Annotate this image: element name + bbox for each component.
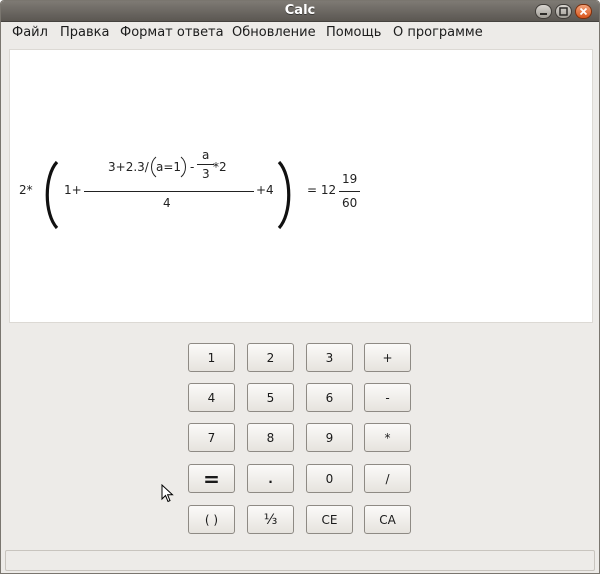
- key-minus[interactable]: -: [364, 383, 411, 412]
- close-icon: [579, 7, 588, 16]
- minimize-button[interactable]: [535, 4, 552, 19]
- expression-display: 2* 1+ 3+2.3/ a=1 - a 3 *2 4 +4 = 12 19 6…: [9, 49, 593, 323]
- maximize-button[interactable]: [555, 4, 572, 19]
- menu-help[interactable]: Помощь: [326, 25, 381, 40]
- expr-prefix: 2*: [19, 183, 33, 197]
- expr-sub-numerator: a: [202, 148, 210, 162]
- result-fraction-line: [339, 191, 360, 192]
- key-decimal[interactable]: .: [247, 464, 294, 493]
- mouse-pointer-icon: [161, 484, 174, 503]
- status-bar: [5, 550, 595, 571]
- big-left-paren: [45, 160, 59, 230]
- result-denominator: 60: [342, 196, 358, 210]
- sub-fraction-line: [197, 164, 214, 165]
- key-one-third[interactable]: ⅓: [247, 505, 294, 534]
- menu-about[interactable]: О программе: [393, 25, 483, 40]
- expr-sub-denominator: 3: [202, 167, 210, 181]
- key-clear-all[interactable]: CA: [364, 505, 411, 534]
- key-parentheses[interactable]: ( ): [188, 505, 235, 534]
- key-divide[interactable]: /: [364, 464, 411, 493]
- expr-inner-prefix: 1+: [64, 183, 82, 197]
- key-multiply[interactable]: *: [364, 423, 411, 452]
- key-equals[interactable]: =: [188, 464, 235, 493]
- expr-numerator-right: *2: [213, 160, 227, 174]
- expr-inner-suffix: +4: [256, 183, 274, 197]
- expr-minus: -: [190, 160, 195, 174]
- menu-answer-format[interactable]: Формат ответа: [120, 25, 224, 40]
- big-right-paren: [277, 160, 291, 230]
- window-title: Calc: [284, 3, 316, 18]
- close-button[interactable]: [575, 4, 592, 19]
- expr-denominator: 4: [163, 196, 171, 210]
- key-1[interactable]: 1: [188, 343, 235, 372]
- minimize-icon: [539, 7, 548, 16]
- key-5[interactable]: 5: [247, 383, 294, 412]
- key-4[interactable]: 4: [188, 383, 235, 412]
- expr-equals: = 12: [307, 183, 337, 197]
- menu-update[interactable]: Обновление: [232, 25, 316, 40]
- key-8[interactable]: 8: [247, 423, 294, 452]
- main-fraction-line: [84, 191, 254, 192]
- key-9[interactable]: 9: [306, 423, 353, 452]
- expr-paren-content: a=1: [156, 160, 182, 174]
- calc-window: Calc Файл Правка Формат ответа Обновлени…: [0, 0, 600, 574]
- maximize-icon: [559, 7, 568, 16]
- key-3[interactable]: 3: [306, 343, 353, 372]
- menu-bar: Файл Правка Формат ответа Обновление Пом…: [1, 22, 599, 44]
- key-6[interactable]: 6: [306, 383, 353, 412]
- menu-file[interactable]: Файл: [12, 25, 48, 40]
- key-0[interactable]: 0: [306, 464, 353, 493]
- key-7[interactable]: 7: [188, 423, 235, 452]
- title-bar[interactable]: Calc: [1, 1, 599, 22]
- expr-numerator-left: 3+2.3/: [108, 160, 149, 174]
- key-2[interactable]: 2: [247, 343, 294, 372]
- menu-edit[interactable]: Правка: [60, 25, 109, 40]
- key-clear-entry[interactable]: CE: [306, 505, 353, 534]
- key-plus[interactable]: +: [364, 343, 411, 372]
- result-numerator: 19: [342, 172, 358, 186]
- small-right-paren: [180, 156, 186, 178]
